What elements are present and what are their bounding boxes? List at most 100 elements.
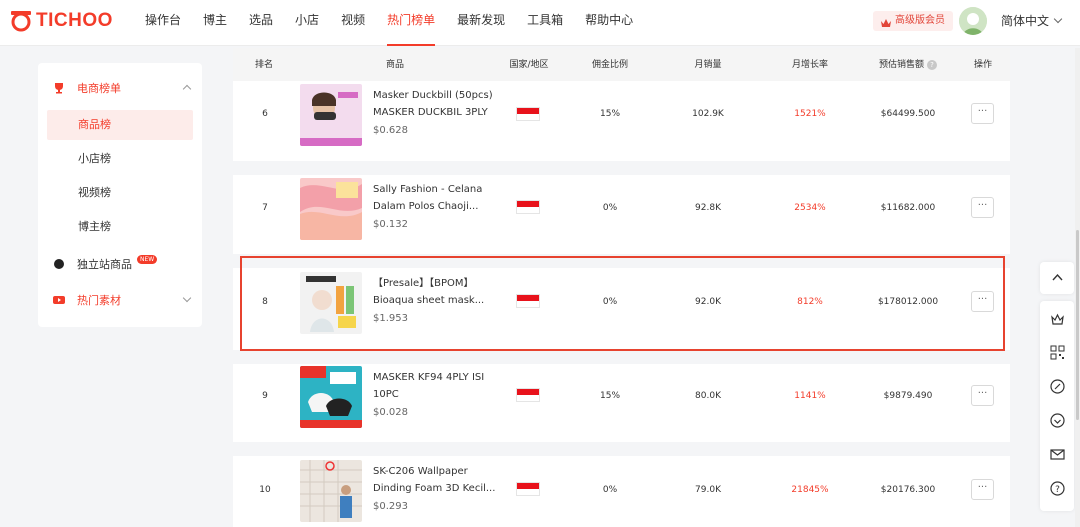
sidebar-item-video-rank[interactable]: 视频榜 <box>47 178 193 208</box>
top-navbar: TICHOO 操作台 博主 选品 小店 视频 热门榜单 最新发现 工具箱 帮助中… <box>0 0 1080 46</box>
sidebar-group-label: 电商榜单 <box>77 82 121 95</box>
sidebar: 电商榜单 商品榜 小店榜 视频榜 博主榜 独立站商品 NEW 热门素材 <box>38 63 202 327</box>
product-name-line1[interactable]: Sally Fashion - Celana <box>373 181 501 198</box>
floating-toolbar: ? <box>1040 301 1074 511</box>
product-name-line2[interactable]: MASKER DUCKBIL 3PLY <box>373 104 501 121</box>
trophy-icon <box>53 82 65 94</box>
more-actions-button[interactable]: ··· <box>971 103 994 124</box>
language-label: 简体中文 <box>1001 14 1050 28</box>
col-country: 国家/地区 <box>509 60 549 70</box>
rank: 6 <box>262 109 268 119</box>
table-header: 排名 商品 国家/地区 佣金比例 月销量 月增长率 预估销售额? 操作 <box>233 48 1010 81</box>
row-separator <box>233 350 1010 364</box>
product-price: $0.028 <box>373 407 408 418</box>
product-name-line1[interactable]: MASKER KF94 4PLY ISI <box>373 369 501 386</box>
scrollbar-thumb[interactable] <box>1076 230 1079 420</box>
product-name-line1[interactable]: Masker Duckbill (50pcs) <box>373 87 501 104</box>
product-thumbnail[interactable] <box>300 84 362 146</box>
commission: 0% <box>602 203 618 213</box>
svg-text:?: ? <box>1055 485 1060 495</box>
row-separator <box>233 442 1010 456</box>
estimated-revenue: $11682.000 <box>880 203 936 213</box>
sidebar-group-label: 独立站商品 <box>77 258 132 271</box>
monthly-sales: 92.8K <box>695 203 721 213</box>
monthly-sales: 80.0K <box>695 391 721 401</box>
product-name-line2[interactable]: Dinding Foam 3D Kecil... <box>373 480 501 497</box>
estimated-revenue: $9879.490 <box>883 391 933 401</box>
link-icon[interactable] <box>1050 379 1065 394</box>
tichoo-logo-icon <box>9 10 33 32</box>
logo[interactable]: TICHOO <box>9 10 113 32</box>
nav-tools[interactable]: 工具箱 <box>527 0 563 46</box>
chevron-up-icon <box>182 84 192 94</box>
language-selector[interactable]: 简体中文 <box>1001 12 1063 29</box>
indonesia-flag-icon <box>516 200 540 214</box>
logo-text: TICHOO <box>36 10 113 31</box>
rank: 9 <box>262 391 268 401</box>
sidebar-group-ecommerce[interactable]: 电商榜单 <box>38 73 202 103</box>
estimated-revenue: $20176.300 <box>880 485 936 495</box>
sidebar-item-shop-rank[interactable]: 小店榜 <box>47 144 193 174</box>
mail-icon[interactable] <box>1050 447 1065 462</box>
dot-icon <box>53 258 65 270</box>
row-separator <box>233 161 1010 175</box>
new-badge: NEW <box>137 254 158 264</box>
rank: 10 <box>259 485 271 495</box>
vip-badge[interactable]: 高级版会员 <box>873 11 953 31</box>
nav-products[interactable]: 选品 <box>249 0 273 46</box>
arrow-up-icon <box>1050 270 1065 285</box>
indonesia-flag-icon <box>516 107 540 121</box>
more-actions-button[interactable]: ··· <box>971 385 994 406</box>
estimated-revenue: $64499.500 <box>880 109 936 119</box>
commission: 0% <box>602 485 618 495</box>
more-actions-button[interactable]: ··· <box>971 197 994 218</box>
nav-bloggers[interactable]: 博主 <box>203 0 227 46</box>
nav-dashboard[interactable]: 操作台 <box>145 0 181 46</box>
play-icon <box>53 294 65 306</box>
commission: 15% <box>599 391 621 401</box>
product-thumbnail[interactable] <box>300 366 362 428</box>
product-name-line1[interactable]: SK-C206 Wallpaper <box>373 463 501 480</box>
nav-hot-rankings[interactable]: 热门榜单 <box>387 0 436 46</box>
nav-videos[interactable]: 视频 <box>341 0 365 46</box>
nav-help[interactable]: 帮助中心 <box>585 0 633 46</box>
col-growth: 月增长率 <box>791 60 829 70</box>
col-action: 操作 <box>973 60 993 70</box>
back-to-top-button[interactable] <box>1040 262 1074 294</box>
main-nav: 操作台 博主 选品 小店 视频 热门榜单 最新发现 工具箱 帮助中心 <box>145 0 655 46</box>
product-thumbnail[interactable] <box>300 460 362 522</box>
product-thumbnail[interactable] <box>300 178 362 240</box>
nav-shops[interactable]: 小店 <box>295 0 319 46</box>
col-commission: 佣金比例 <box>591 60 629 70</box>
highlight-box <box>240 256 1005 351</box>
more-actions-button[interactable]: ··· <box>971 479 994 500</box>
question-icon[interactable]: ? <box>927 59 938 70</box>
avatar[interactable] <box>959 7 987 35</box>
product-price: $0.293 <box>373 501 408 512</box>
qr-code-icon[interactable] <box>1050 345 1065 360</box>
rank: 7 <box>262 203 268 213</box>
sidebar-group-materials[interactable]: 热门素材 <box>38 285 202 315</box>
col-rank: 排名 <box>254 60 274 70</box>
chevron-down-icon <box>182 293 192 303</box>
product-name-line2[interactable]: Dalam Polos Chaoji... <box>373 198 501 215</box>
help-icon[interactable]: ? <box>1050 481 1065 496</box>
sidebar-item-product-rank[interactable]: 商品榜 <box>47 110 193 140</box>
monthly-sales: 79.0K <box>695 485 721 495</box>
indonesia-flag-icon <box>516 388 540 402</box>
sidebar-group-standalone[interactable]: 独立站商品 NEW <box>38 249 202 279</box>
col-monthly-sales: 月销量 <box>694 60 722 70</box>
monthly-sales: 102.9K <box>692 109 724 119</box>
growth-rate: 1141% <box>794 391 826 401</box>
product-name-line2[interactable]: 10PC <box>373 386 501 403</box>
crown-outline-icon[interactable] <box>1050 312 1065 327</box>
sidebar-group-label: 热门素材 <box>77 294 121 307</box>
nav-latest[interactable]: 最新发现 <box>457 0 505 46</box>
indonesia-flag-icon <box>516 482 540 496</box>
product-price: $0.628 <box>373 125 408 136</box>
growth-rate: 2534% <box>794 203 826 213</box>
heart-smile-icon[interactable] <box>1050 413 1065 428</box>
sidebar-item-blogger-rank[interactable]: 博主榜 <box>47 212 193 242</box>
commission: 15% <box>599 109 621 119</box>
product-price: $0.132 <box>373 219 408 230</box>
